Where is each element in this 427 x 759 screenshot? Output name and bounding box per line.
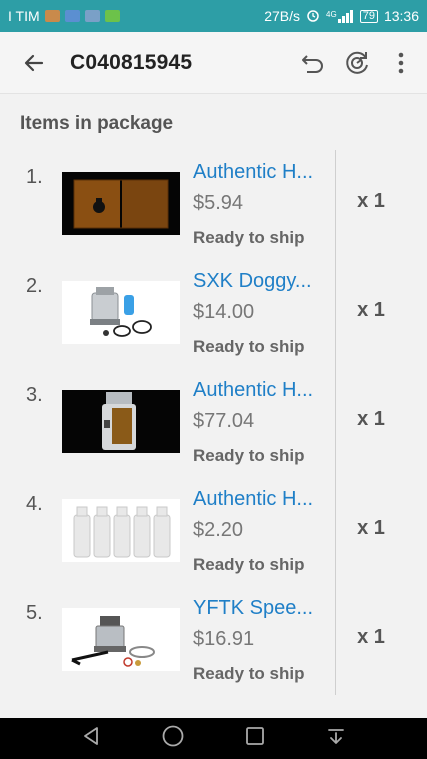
product-name-link[interactable]: Authentic H... — [193, 379, 329, 402]
carrier-label: I TIM — [8, 8, 40, 24]
quantity: x 1 — [357, 190, 385, 212]
product-image — [62, 281, 180, 344]
product-price: $5.94 — [193, 192, 244, 214]
shipping-status: Ready to ship — [193, 446, 305, 465]
product-image — [62, 608, 180, 671]
refresh-icon[interactable] — [335, 41, 379, 85]
list-item[interactable]: 4. Authentic H... $2.20 Ready to ship x … — [0, 477, 427, 586]
item-number: 2. — [26, 275, 43, 297]
list-item[interactable]: 5. YFTK Spee... $16.91 Ready to ship x 1 — [0, 586, 427, 695]
section-title: Items in package — [20, 113, 174, 134]
nav-recents-icon[interactable] — [244, 725, 266, 752]
product-price: $77.04 — [193, 410, 255, 432]
product-name-link[interactable]: SXK Doggy... — [193, 270, 329, 293]
notification-app-icon — [104, 10, 120, 22]
list-item[interactable]: 2. SXK Doggy... $14.00 Ready to ship x 1 — [0, 259, 427, 368]
battery-indicator: 79 — [359, 9, 378, 23]
notification-photo-icon — [44, 10, 60, 22]
list-item[interactable]: 1. Authentic H... $5.94 Ready to ship x … — [0, 150, 427, 259]
item-number: 3. — [26, 384, 43, 406]
shipping-status: Ready to ship — [193, 555, 305, 574]
notification-gallery-icon — [64, 10, 80, 22]
product-price: $2.20 — [193, 519, 244, 541]
shipping-status: Ready to ship — [193, 664, 305, 683]
clock: 13:36 — [383, 8, 419, 24]
notification-image-icon — [84, 10, 100, 22]
package-content: Items in package 1. Authentic H... $5.94… — [0, 95, 427, 718]
quantity: x 1 — [357, 408, 385, 430]
nav-home-icon[interactable] — [161, 724, 185, 753]
nav-notification-pull-icon[interactable] — [325, 725, 347, 752]
product-image — [62, 390, 180, 453]
quantity: x 1 — [357, 517, 385, 539]
app-bar: C040815945 — [0, 32, 427, 94]
system-nav-bar — [0, 718, 427, 759]
product-price: $16.91 — [193, 628, 255, 650]
shipping-status: Ready to ship — [193, 337, 305, 356]
product-image — [62, 172, 180, 235]
status-bar: I TIM 27B/s 4G 79 13:36 — [0, 0, 427, 32]
more-vert-icon[interactable] — [379, 41, 423, 85]
signal-icon: 4G — [326, 9, 354, 23]
product-image — [62, 499, 180, 562]
item-number: 1. — [26, 166, 43, 188]
network-type: 4G — [326, 9, 337, 19]
quantity: x 1 — [357, 626, 385, 648]
product-name-link[interactable]: YFTK Spee... — [193, 597, 329, 620]
product-name-link[interactable]: Authentic H... — [193, 488, 329, 511]
quantity: x 1 — [357, 299, 385, 321]
item-number: 4. — [26, 493, 43, 515]
alarm-icon — [306, 8, 320, 25]
undo-icon[interactable] — [291, 41, 335, 85]
list-item[interactable]: 3. Authentic H... $77.04 Ready to ship x… — [0, 368, 427, 477]
product-price: $14.00 — [193, 301, 255, 323]
product-name-link[interactable]: Authentic H... — [193, 161, 329, 184]
back-arrow-icon[interactable] — [12, 41, 56, 85]
shipping-status: Ready to ship — [193, 228, 305, 247]
item-number: 5. — [26, 602, 43, 624]
nav-back-icon[interactable] — [80, 725, 102, 752]
network-speed: 27B/s — [264, 8, 301, 24]
page-title: C040815945 — [70, 50, 193, 74]
